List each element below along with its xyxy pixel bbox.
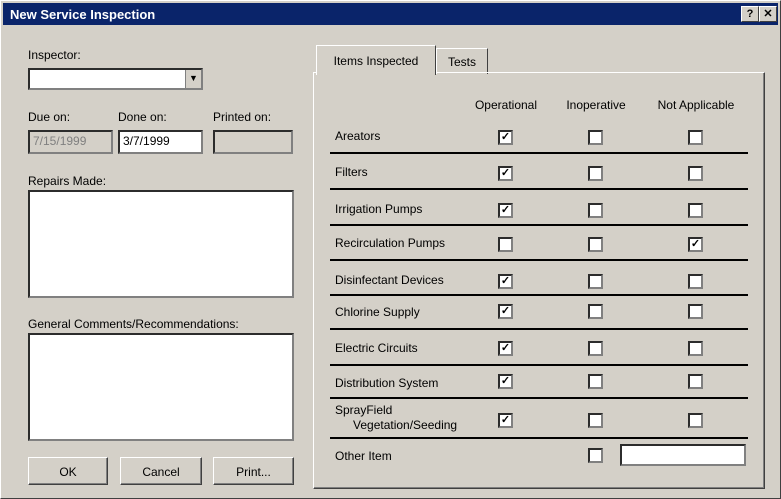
printed-on-field [213,130,293,154]
comments-textarea[interactable] [28,333,294,441]
tab-items-inspected[interactable]: Items Inspected [316,45,436,75]
cancel-button[interactable]: Cancel [120,457,202,485]
column-operational: Operational [474,98,538,112]
help-button[interactable]: ? [741,6,759,22]
due-on-label: Due on: [28,110,71,124]
other-item-checkbox[interactable] [588,448,603,463]
electric-circuits-not-applicable-checkbox[interactable] [688,341,703,356]
repairs-made-textarea[interactable] [28,190,294,298]
item-label-areators: Areators [335,129,381,143]
inspector-combo[interactable]: ▼ [28,68,203,90]
title-bar[interactable]: New Service Inspection ? ✕ [3,3,778,25]
row-separator [330,152,748,154]
recirculation-pumps-operational-checkbox[interactable] [498,237,513,252]
printed-on-label: Printed on: [213,110,272,124]
tab-tests[interactable]: Tests [436,48,488,74]
column-not-applicable: Not Applicable [657,98,735,112]
recirculation-pumps-not-applicable-checkbox[interactable]: ✓ [688,237,703,252]
ok-button[interactable]: OK [28,457,108,485]
item-label-sprayfield: SprayField [335,403,393,417]
row-separator [330,397,748,399]
disinfectant-devices-operational-checkbox[interactable]: ✓ [498,274,513,289]
row-separator [330,294,748,296]
item-label-vegetation-seeding: Vegetation/Seeding [353,418,458,432]
distribution-system-not-applicable-checkbox[interactable] [688,374,703,389]
repairs-made-label: Repairs Made: [28,174,107,188]
item-label-other-item: Other Item [335,449,392,463]
item-label-electric-circuits: Electric Circuits [335,341,418,355]
due-on-field: 7/15/1999 [28,130,113,154]
filters-not-applicable-checkbox[interactable] [688,166,703,181]
item-label-filters: Filters [335,165,368,179]
row-separator [330,328,748,330]
row-separator [330,364,748,366]
chlorine-supply-not-applicable-checkbox[interactable] [688,304,703,319]
row-separator [330,259,748,261]
item-label-chlorine-supply: Chlorine Supply [335,305,420,319]
distribution-system-inoperative-checkbox[interactable] [588,374,603,389]
window-title: New Service Inspection [10,7,156,22]
done-on-field[interactable]: 3/7/1999 [118,130,203,154]
irrigation-pumps-operational-checkbox[interactable]: ✓ [498,203,513,218]
filters-operational-checkbox[interactable]: ✓ [498,166,513,181]
electric-circuits-inoperative-checkbox[interactable] [588,341,603,356]
item-label-irrigation-pumps: Irrigation Pumps [335,202,423,216]
chevron-down-icon[interactable]: ▼ [185,70,201,88]
sprayfield-not-applicable-checkbox[interactable] [688,413,703,428]
areators-not-applicable-checkbox[interactable] [688,130,703,145]
row-separator [330,437,748,439]
close-button[interactable]: ✕ [759,6,777,22]
row-separator [330,188,748,190]
inspector-label: Inspector: [28,48,81,62]
irrigation-pumps-inoperative-checkbox[interactable] [588,203,603,218]
chlorine-supply-inoperative-checkbox[interactable] [588,304,603,319]
recirculation-pumps-inoperative-checkbox[interactable] [588,237,603,252]
item-label-recirculation-pumps: Recirculation Pumps [335,236,446,250]
column-inoperative: Inoperative [566,98,626,112]
other-item-input[interactable] [620,444,746,466]
chlorine-supply-operational-checkbox[interactable]: ✓ [498,304,513,319]
areators-inoperative-checkbox[interactable] [588,130,603,145]
irrigation-pumps-not-applicable-checkbox[interactable] [688,203,703,218]
disinfectant-devices-not-applicable-checkbox[interactable] [688,274,703,289]
sprayfield-inoperative-checkbox[interactable] [588,413,603,428]
filters-inoperative-checkbox[interactable] [588,166,603,181]
print-button[interactable]: Print... [213,457,294,485]
item-label-distribution-system: Distribution System [335,376,439,390]
done-on-label: Done on: [118,110,167,124]
disinfectant-devices-inoperative-checkbox[interactable] [588,274,603,289]
sprayfield-operational-checkbox[interactable]: ✓ [498,413,513,428]
item-label-disinfectant-devices: Disinfectant Devices [335,273,444,287]
areators-operational-checkbox[interactable]: ✓ [498,130,513,145]
electric-circuits-operational-checkbox[interactable]: ✓ [498,341,513,356]
distribution-system-operational-checkbox[interactable]: ✓ [498,374,513,389]
comments-label: General Comments/Recommendations: [28,317,239,331]
row-separator [330,224,748,226]
